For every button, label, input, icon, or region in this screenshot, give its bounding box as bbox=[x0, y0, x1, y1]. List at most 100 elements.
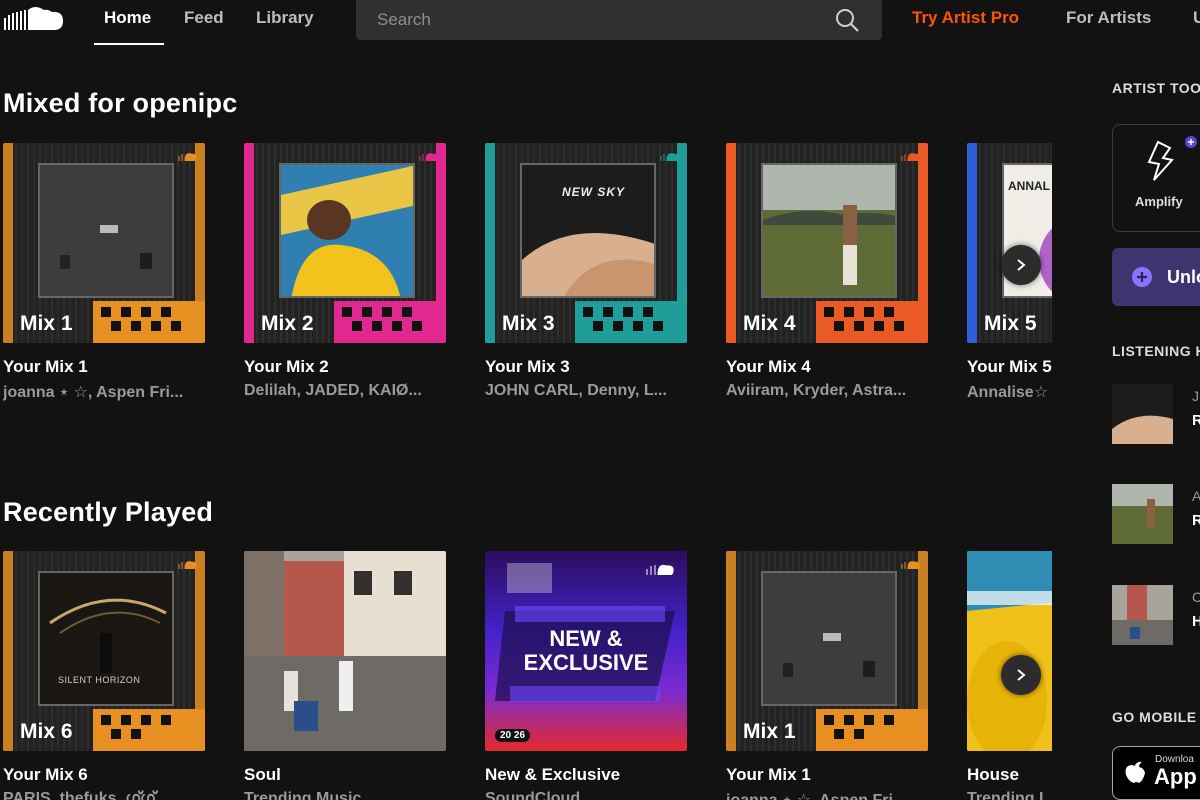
mix-card-5[interactable]: ANNAL Mix 5 Your Mix 5 Annalise☆ bbox=[967, 143, 1052, 401]
cover-new-sky: NEW SKY bbox=[520, 163, 656, 298]
cover-text: SILENT HORIZON bbox=[58, 675, 141, 685]
card-title[interactable]: Your Mix 4 bbox=[726, 357, 811, 377]
card-title[interactable]: Your Mix 1 bbox=[3, 357, 88, 377]
go-mobile-heading: GO MOBILE bbox=[1112, 709, 1197, 725]
recent-card-mix1[interactable]: Mix 1 Your Mix 1 joanna ⋆ ☆, Aspen Fri..… bbox=[726, 551, 928, 800]
playlist-artwork-house[interactable] bbox=[967, 551, 1052, 751]
card-subtitle[interactable]: PARIS, thefuks, ഗ്ഗ്ഗ് bbox=[3, 790, 205, 800]
soundcloud-mini-icon bbox=[178, 561, 197, 569]
mix-card-1[interactable]: Mix 1 Your Mix 1 joanna ⋆ ☆, Aspen Fri..… bbox=[3, 143, 205, 401]
mix-tile-label: Mix 1 bbox=[20, 312, 73, 335]
mix-card-3[interactable]: NEW SKY Mix 3 Your Mix 3 JOHN CARL, Denn… bbox=[485, 143, 687, 399]
nav-library[interactable]: Library bbox=[256, 8, 314, 28]
mix-card-2[interactable]: Mix 2 Your Mix 2 Delilah, JADED, KAIØ... bbox=[244, 143, 446, 399]
history-track[interactable]: R bbox=[1192, 512, 1200, 529]
playlist-artwork-new-exclusive[interactable]: NEW & EXCLUSIVE 20 26 bbox=[485, 551, 687, 751]
history-artist[interactable]: A bbox=[1192, 488, 1200, 504]
lightning-icon bbox=[1147, 140, 1174, 181]
mix-tile-label: Mix 2 bbox=[261, 312, 314, 335]
mix-artwork[interactable]: Mix 1 bbox=[3, 143, 205, 343]
card-subtitle[interactable]: joanna ⋆ ☆, Aspen Fri... bbox=[726, 790, 928, 800]
history-track[interactable]: H bbox=[1192, 613, 1200, 630]
card-subtitle[interactable]: joanna ⋆ ☆, Aspen Fri... bbox=[3, 382, 205, 402]
amplify-label: Amplify bbox=[1135, 194, 1183, 209]
mix-artwork[interactable]: Mix 2 bbox=[244, 143, 446, 343]
card-title[interactable]: Your Mix 6 bbox=[3, 765, 88, 785]
app-store-big-text: App bbox=[1154, 764, 1197, 789]
nav-active-indicator bbox=[94, 43, 164, 45]
history-artist[interactable]: J bbox=[1192, 388, 1199, 404]
chevron-right-icon bbox=[1017, 259, 1026, 271]
history-thumbnail[interactable] bbox=[1112, 585, 1173, 645]
soundcloud-mini-icon bbox=[901, 561, 920, 569]
soundcloud-mini-icon bbox=[419, 153, 438, 161]
mix-card-4[interactable]: Mix 4 Your Mix 4 Aviiram, Kryder, Astra.… bbox=[726, 143, 928, 399]
upload-link[interactable]: U bbox=[1193, 8, 1200, 28]
carousel-next-button[interactable] bbox=[1001, 245, 1041, 285]
cover-foggy-chairs bbox=[38, 163, 174, 298]
soundcloud-logo-icon[interactable] bbox=[2, 4, 66, 34]
cover-text: ANNAL bbox=[1008, 179, 1050, 193]
recent-card-mix6[interactable]: SILENT HORIZON Mix 6 Your Mix 6 PARIS, t… bbox=[3, 551, 205, 800]
history-artist[interactable]: C bbox=[1192, 589, 1200, 605]
mix-artwork[interactable]: Mix 4 bbox=[726, 143, 928, 343]
playlist-artwork-street[interactable] bbox=[244, 551, 446, 751]
search-icon[interactable] bbox=[834, 7, 860, 33]
history-thumbnail[interactable] bbox=[1112, 384, 1173, 444]
cover-line-2: EXCLUSIVE bbox=[523, 650, 649, 675]
carousel-next-button[interactable] bbox=[1001, 655, 1041, 695]
listening-history-heading: LISTENING H bbox=[1112, 343, 1200, 359]
cover-foggy-chairs bbox=[761, 571, 897, 706]
search-input[interactable] bbox=[356, 0, 826, 40]
mix-tile-label: Mix 5 bbox=[984, 312, 1037, 335]
apple-icon bbox=[1125, 761, 1145, 783]
nav-home[interactable]: Home bbox=[104, 8, 151, 28]
try-artist-pro-link[interactable]: Try Artist Pro bbox=[912, 8, 1019, 28]
mix-tile-label: Mix 1 bbox=[743, 720, 796, 743]
card-title[interactable]: Your Mix 5 bbox=[967, 357, 1052, 377]
card-subtitle[interactable]: Delilah, JADED, KAIØ... bbox=[244, 382, 446, 400]
card-subtitle[interactable]: SoundCloud bbox=[485, 790, 687, 800]
card-subtitle[interactable]: Annalise☆ bbox=[967, 382, 1052, 402]
card-subtitle[interactable]: Trending Music bbox=[244, 790, 446, 800]
mix-artwork[interactable]: ANNAL Mix 5 bbox=[967, 143, 1052, 343]
mix-tile-label: Mix 6 bbox=[20, 720, 73, 743]
card-title[interactable]: House bbox=[967, 765, 1019, 785]
cover-yellow-jacket bbox=[279, 163, 415, 298]
top-navigation-bar: Home Feed Library Try Artist Pro For Art… bbox=[0, 0, 1200, 46]
nav-feed[interactable]: Feed bbox=[184, 8, 224, 28]
mix-tile-label: Mix 3 bbox=[502, 312, 555, 335]
card-title[interactable]: Your Mix 3 bbox=[485, 357, 570, 377]
recent-card-house[interactable]: House Trending I... bbox=[967, 551, 1052, 800]
chevron-right-icon bbox=[1017, 669, 1026, 681]
soundcloud-logo-icon bbox=[646, 564, 674, 575]
card-title[interactable]: Your Mix 1 bbox=[726, 765, 811, 785]
card-title[interactable]: Your Mix 2 bbox=[244, 357, 329, 377]
recent-row: SILENT HORIZON Mix 6 Your Mix 6 PARIS, t… bbox=[0, 551, 1052, 800]
cover-text: NEW SKY bbox=[562, 185, 626, 199]
artist-tools-heading: ARTIST TOO bbox=[1112, 80, 1200, 96]
unlock-label: Unlo bbox=[1167, 267, 1200, 287]
recent-card-soul[interactable]: Soul Trending Music bbox=[244, 551, 446, 800]
history-thumbnail[interactable] bbox=[1112, 484, 1173, 544]
soundcloud-mini-icon bbox=[660, 153, 679, 161]
for-artists-link[interactable]: For Artists bbox=[1066, 8, 1151, 28]
cover-silent-horizon: SILENT HORIZON bbox=[38, 571, 174, 706]
plus-circle-icon bbox=[1132, 267, 1152, 287]
card-subtitle[interactable]: Trending I... bbox=[967, 790, 1052, 800]
section-title-recent: Recently Played bbox=[3, 497, 214, 527]
cover-line-1: NEW & bbox=[549, 626, 623, 651]
mix-artwork[interactable]: SILENT HORIZON Mix 6 bbox=[3, 551, 205, 751]
card-title[interactable]: New & Exclusive bbox=[485, 765, 620, 785]
plus-badge-icon bbox=[1185, 136, 1197, 148]
mix-artwork[interactable]: NEW SKY Mix 3 bbox=[485, 143, 687, 343]
section-title-mixed: Mixed for openipc bbox=[3, 88, 238, 118]
card-title[interactable]: Soul bbox=[244, 765, 281, 785]
recent-card-new-exclusive[interactable]: NEW & EXCLUSIVE 20 26 New & Exclusive So… bbox=[485, 551, 687, 800]
mix-artwork[interactable]: Mix 1 bbox=[726, 551, 928, 751]
soundcloud-mini-icon bbox=[901, 153, 920, 161]
history-track[interactable]: R bbox=[1192, 412, 1200, 429]
mixed-row: Mix 1 Your Mix 1 joanna ⋆ ☆, Aspen Fri..… bbox=[0, 143, 1052, 413]
card-subtitle[interactable]: Aviiram, Kryder, Astra... bbox=[726, 382, 928, 400]
card-subtitle[interactable]: JOHN CARL, Denny, L... bbox=[485, 382, 687, 400]
